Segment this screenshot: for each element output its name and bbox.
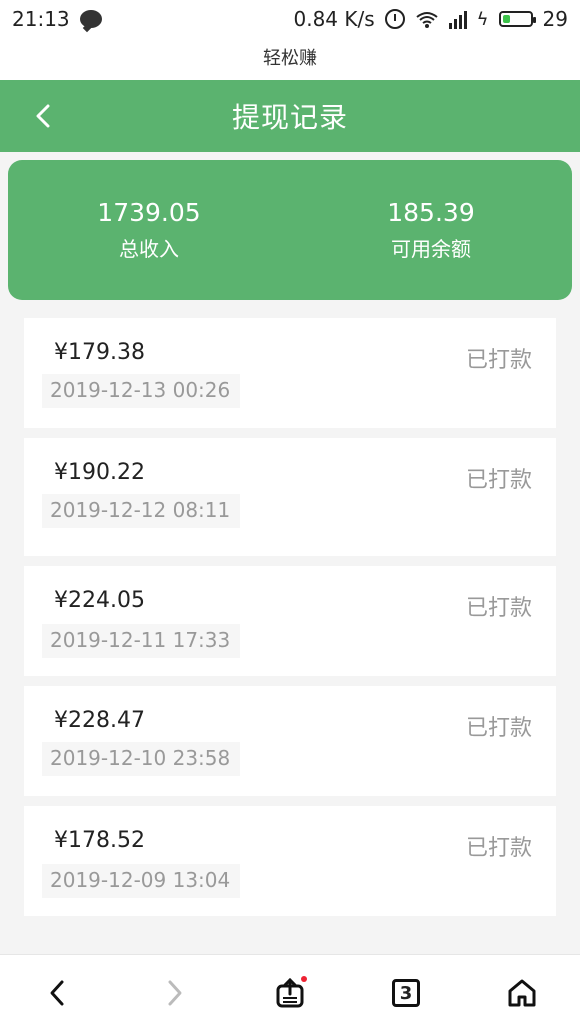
list-item[interactable]: ¥179.38 2019-12-13 00:26 已打款 bbox=[24, 318, 556, 428]
nav-back-button[interactable] bbox=[33, 968, 83, 1018]
record-date: 2019-12-12 08:11 bbox=[42, 494, 241, 528]
wifi-icon bbox=[415, 10, 439, 28]
status-right: 0.84 K/s ϟ 29 bbox=[294, 7, 569, 31]
record-amount: ¥179.38 bbox=[54, 340, 145, 365]
list-item[interactable]: ¥228.47 2019-12-10 23:58 已打款 bbox=[24, 686, 556, 796]
status-left: 21:13 bbox=[12, 7, 102, 31]
chevron-right-icon bbox=[168, 980, 182, 1006]
record-status: 已打款 bbox=[465, 596, 532, 621]
notification-dot bbox=[301, 976, 307, 982]
record-amount: ¥178.52 bbox=[54, 828, 145, 853]
list-item[interactable]: ¥178.52 2019-12-09 13:04 已打款 bbox=[24, 806, 556, 916]
alarm-icon bbox=[384, 9, 405, 29]
back-button[interactable] bbox=[32, 102, 56, 130]
home-button[interactable] bbox=[497, 968, 547, 1018]
page-title: 提现记录 bbox=[231, 101, 348, 134]
record-amount: ¥190.22 bbox=[54, 460, 145, 485]
chevron-left-icon bbox=[36, 104, 50, 128]
status-time: 21:13 bbox=[12, 7, 70, 31]
record-date: 2019-12-11 17:33 bbox=[42, 624, 241, 658]
status-bar: 21:13 0.84 K/s ϟ 29 bbox=[0, 0, 580, 38]
list-item[interactable]: ¥224.05 2019-12-11 17:33 已打款 bbox=[24, 566, 556, 676]
battery-level: 29 bbox=[542, 7, 568, 31]
record-amount: ¥228.47 bbox=[54, 708, 145, 733]
nav-forward-button[interactable] bbox=[149, 968, 199, 1018]
total-income-label: 总收入 bbox=[119, 237, 179, 261]
record-date: 2019-12-09 13:04 bbox=[42, 864, 241, 898]
summary-card: 1739.05 总收入 185.39 可用余额 bbox=[8, 160, 572, 300]
record-amount: ¥224.05 bbox=[54, 588, 145, 613]
tabs-button[interactable]: 3 bbox=[381, 968, 431, 1018]
wechat-icon bbox=[79, 10, 102, 28]
available-balance-block: 185.39 可用余额 bbox=[290, 160, 572, 300]
withdraw-record-list: ¥179.38 2019-12-13 00:26 已打款 ¥190.22 201… bbox=[24, 318, 556, 926]
record-status: 已打款 bbox=[465, 716, 532, 741]
total-income-value: 1739.05 bbox=[97, 198, 201, 227]
share-button[interactable] bbox=[265, 968, 315, 1018]
battery-icon bbox=[498, 11, 536, 27]
home-icon bbox=[508, 979, 536, 1007]
chevron-left-icon bbox=[50, 980, 64, 1006]
record-status: 已打款 bbox=[465, 468, 532, 493]
network-speed: 0.84 K/s bbox=[293, 7, 375, 31]
total-income-block: 1739.05 总收入 bbox=[8, 160, 290, 300]
available-balance-value: 185.39 bbox=[387, 198, 475, 227]
record-date: 2019-12-13 00:26 bbox=[42, 374, 241, 408]
browser-toolbar: 3 bbox=[0, 954, 580, 1031]
app-header: 提现记录 bbox=[0, 80, 580, 152]
signal-icon bbox=[448, 9, 467, 29]
list-item[interactable]: ¥190.22 2019-12-12 08:11 已打款 bbox=[24, 438, 556, 556]
record-status: 已打款 bbox=[465, 348, 532, 373]
charging-icon: ϟ bbox=[476, 8, 489, 30]
record-status: 已打款 bbox=[465, 836, 532, 861]
available-balance-label: 可用余额 bbox=[391, 237, 471, 261]
tab-count: 3 bbox=[392, 979, 420, 1007]
host-title: 轻松赚 bbox=[0, 38, 580, 80]
record-date: 2019-12-10 23:58 bbox=[42, 742, 241, 776]
